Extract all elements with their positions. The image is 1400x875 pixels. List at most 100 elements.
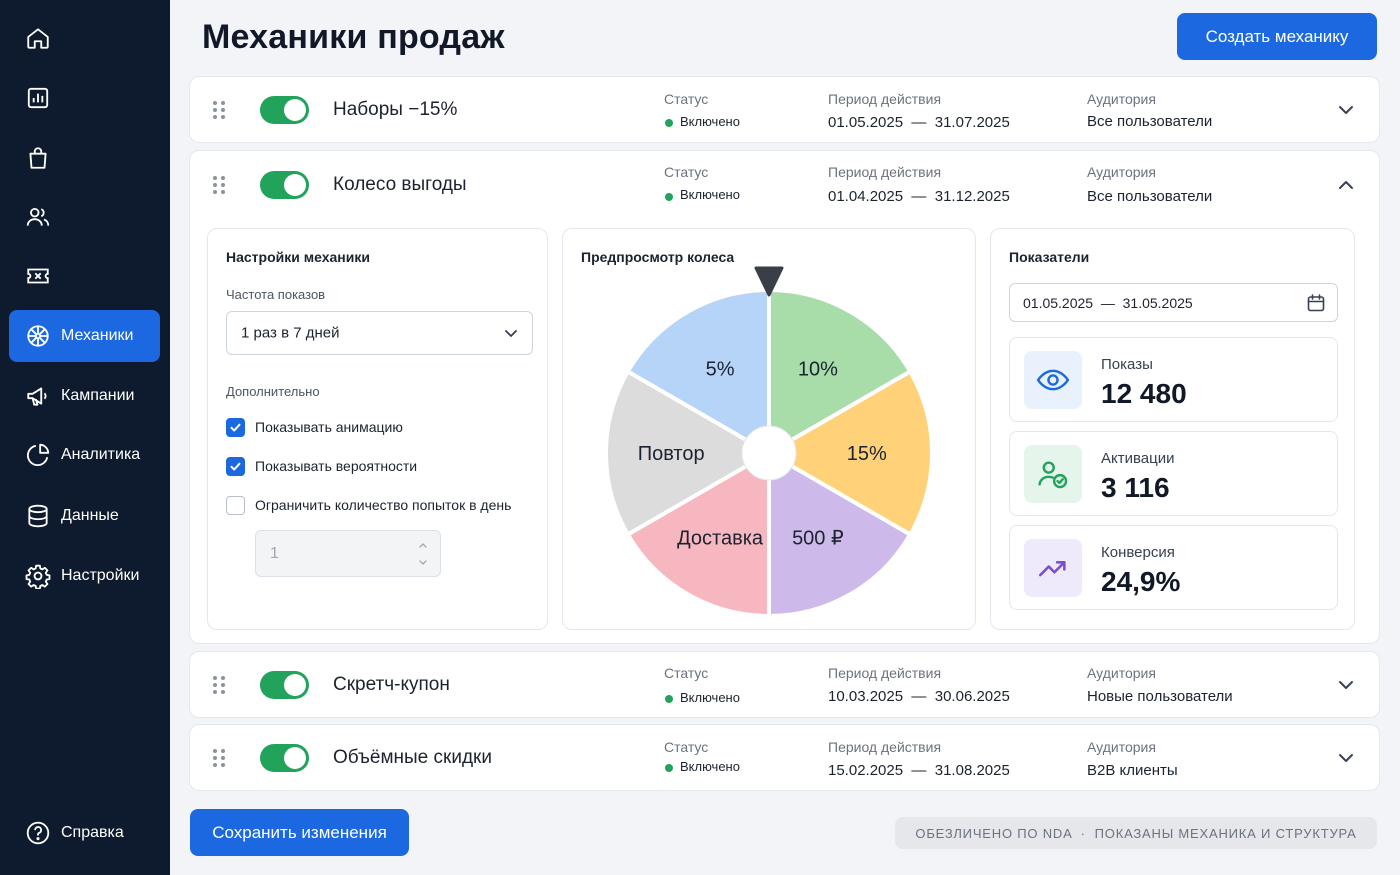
calendar-icon[interactable] <box>1306 293 1326 313</box>
mechanic-name: Скретч-купон <box>333 674 450 695</box>
mechanic-row[interactable]: Скретч-купон Статус Включено Период дейс… <box>190 652 1379 718</box>
enable-toggle[interactable] <box>260 96 309 124</box>
sidebar-item-label: Механики <box>61 327 134 344</box>
status-dot-icon <box>665 193 673 201</box>
attempts-input[interactable]: 1 <box>255 530 441 577</box>
status-label: Статус <box>664 91 709 107</box>
sidebar-item-data[interactable]: Данные <box>9 490 160 542</box>
sidebar-item-label: Настройки <box>61 567 140 584</box>
attempts-value: 1 <box>270 544 279 562</box>
sidebar-item-label: Справка <box>61 824 124 841</box>
sidebar-item-help[interactable]: Справка <box>9 807 160 859</box>
metric-label: Конверсия <box>1101 544 1175 561</box>
megaphone-icon <box>24 382 52 410</box>
status-value: Включено <box>680 187 740 202</box>
option-limit-attempts[interactable]: Ограничить количество попыток в день <box>226 495 511 515</box>
audience-label: Аудитория <box>1087 739 1156 755</box>
audience-value: Все пользователи <box>1087 188 1213 205</box>
status-value: Включено <box>680 690 740 705</box>
period-value: 15.02.2025 — 31.08.2025 <box>828 762 1010 779</box>
status-dot-icon <box>665 119 673 127</box>
mechanic-row[interactable]: Колесо выгоды Статус Включено Период дей… <box>190 151 1379 219</box>
users-icon <box>24 203 52 231</box>
drag-handle-icon[interactable] <box>212 748 226 768</box>
wheel-segment-label: 5% <box>706 358 735 380</box>
wheel-segment-label: Доставка <box>677 528 764 550</box>
gear-icon <box>24 562 52 590</box>
sidebar-item-analytics[interactable]: Аналитика <box>9 429 160 481</box>
date-range-input[interactable]: 01.05.2025 — 31.05.2025 <box>1009 283 1338 322</box>
enable-toggle[interactable] <box>260 171 309 199</box>
enable-toggle[interactable] <box>260 671 309 699</box>
status-value: Включено <box>680 759 740 774</box>
nda-note: ОБЕЗЛИЧЕНО ПО NDA · ПОКАЗАНЫ МЕХАНИКА И … <box>895 817 1377 849</box>
audience-label: Аудитория <box>1087 665 1156 681</box>
eye-icon <box>1024 351 1082 409</box>
mechanic-card-expanded: Колесо выгоды Статус Включено Период дей… <box>189 150 1380 644</box>
option-show-probabilities[interactable]: Показывать вероятности <box>226 456 417 476</box>
create-mechanic-button[interactable]: Создать механику <box>1177 13 1377 60</box>
option-label: Показывать вероятности <box>255 458 418 474</box>
chevron-down-icon[interactable] <box>1337 101 1355 119</box>
wheel-preview-panel: Предпросмотр колеса 10% 15% 500 ₽ Доставка П… <box>562 228 976 630</box>
audience-value: Все пользователи <box>1087 113 1213 130</box>
chevron-down-icon[interactable] <box>1337 749 1355 767</box>
frequency-label: Частота показов <box>226 287 326 302</box>
mechanic-row[interactable]: Наборы −15% Статус Включено Период дейст… <box>190 77 1379 143</box>
drag-handle-icon[interactable] <box>212 175 226 195</box>
wheel-icon <box>24 322 52 350</box>
sidebar-item-campaigns[interactable]: Кампании <box>9 370 160 422</box>
sidebar-item-mechanics[interactable]: Механики <box>9 310 160 362</box>
mechanic-row[interactable]: Объёмные скидки Статус Включено Период д… <box>190 725 1379 791</box>
status-label: Статус <box>664 739 709 755</box>
checkmark-icon <box>230 462 241 470</box>
settings-title: Настройки механики <box>226 249 370 265</box>
checkbox[interactable] <box>226 456 245 476</box>
wheel-segment-label: 15% <box>847 443 887 465</box>
checkbox[interactable] <box>226 417 245 437</box>
option-show-animation[interactable]: Показывать анимацию <box>226 417 403 437</box>
checkbox[interactable] <box>226 495 245 515</box>
page-title: Механики продаж <box>202 18 505 56</box>
status-label: Статус <box>664 665 709 681</box>
trend-up-icon <box>1024 539 1082 597</box>
wheel-segment-label: 10% <box>798 358 838 380</box>
drag-handle-icon[interactable] <box>212 100 226 120</box>
mechanic-name: Объёмные скидки <box>333 747 492 768</box>
sidebar-item-customers[interactable] <box>9 191 160 243</box>
chevron-down-icon[interactable] <box>1337 676 1355 694</box>
pie-chart-icon <box>24 441 52 469</box>
sidebar-item-label: Данные <box>61 507 119 524</box>
audience-value: B2B клиенты <box>1087 762 1178 779</box>
mechanic-card: Объёмные скидки Статус Включено Период д… <box>189 724 1380 791</box>
period-value: 01.04.2025 — 31.12.2025 <box>828 188 1010 205</box>
audience-value: Новые пользователи <box>1087 688 1233 705</box>
user-check-icon <box>1024 445 1082 503</box>
drag-handle-icon[interactable] <box>212 675 226 695</box>
settings-panel: Настройки механики Частота показов 1 раз… <box>207 228 548 630</box>
enable-toggle[interactable] <box>260 744 309 772</box>
sidebar: Механики Кампании Аналитика Данные Настр… <box>0 0 170 875</box>
sidebar-item-reports[interactable] <box>9 72 160 124</box>
mechanic-card: Скретч-купон Статус Включено Период дейс… <box>189 651 1380 718</box>
sidebar-item-coupons[interactable] <box>9 250 160 302</box>
sidebar-item-label: Кампании <box>61 387 135 404</box>
period-label: Период действия <box>828 739 942 755</box>
sidebar-item-label: Аналитика <box>61 446 141 463</box>
frequency-select[interactable]: 1 раз в 7 дней <box>226 311 533 355</box>
save-changes-button[interactable]: Сохранить изменения <box>190 809 409 856</box>
stepper-icon[interactable] <box>418 540 428 568</box>
help-icon <box>24 819 52 847</box>
chart-icon <box>24 84 52 112</box>
sidebar-item-home[interactable] <box>9 12 160 64</box>
sidebar-item-products[interactable] <box>9 132 160 184</box>
metrics-panel: Показатели 01.05.2025 — 31.05.2025 Показ… <box>990 228 1355 630</box>
shopping-bag-icon <box>24 144 52 172</box>
metric-card-activations: Активации 3 116 <box>1009 431 1338 516</box>
home-icon <box>24 24 52 52</box>
extra-label: Дополнительно <box>226 384 320 399</box>
chevron-up-icon[interactable] <box>1337 176 1355 194</box>
mechanic-card: Наборы −15% Статус Включено Период дейст… <box>189 76 1380 143</box>
sidebar-item-settings[interactable]: Настройки <box>9 550 160 602</box>
wheel-preview: 10% 15% 500 ₽ Доставка Повтор 5% <box>604 266 934 619</box>
